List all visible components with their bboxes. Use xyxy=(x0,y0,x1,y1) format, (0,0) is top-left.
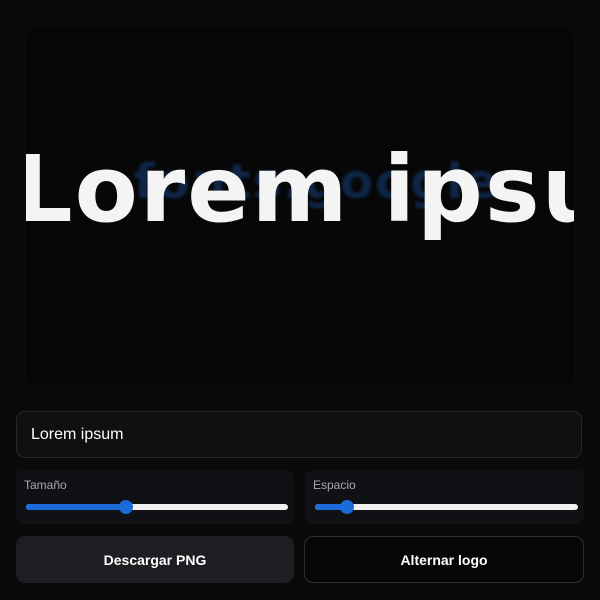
size-slider-card: Tamaño xyxy=(16,470,294,524)
spacing-slider-card: Espacio xyxy=(305,470,584,524)
size-slider-label: Tamaño xyxy=(24,478,67,492)
spacing-slider-label: Espacio xyxy=(313,478,356,492)
download-png-button[interactable]: Descargar PNG xyxy=(16,536,294,583)
size-slider-thumb[interactable] xyxy=(118,500,133,514)
size-slider[interactable] xyxy=(26,500,288,514)
preview-text: Lorem ipsum xyxy=(26,136,574,243)
text-input[interactable] xyxy=(16,411,582,458)
preview-panel: fonts.google Lorem ipsum xyxy=(16,16,584,394)
preview-canvas: fonts.google Lorem ipsum xyxy=(26,26,574,384)
spacing-slider-thumb[interactable] xyxy=(339,500,354,514)
toggle-logo-button[interactable]: Alternar logo xyxy=(304,536,584,583)
size-slider-fill xyxy=(26,504,126,510)
spacing-slider[interactable] xyxy=(315,500,578,514)
